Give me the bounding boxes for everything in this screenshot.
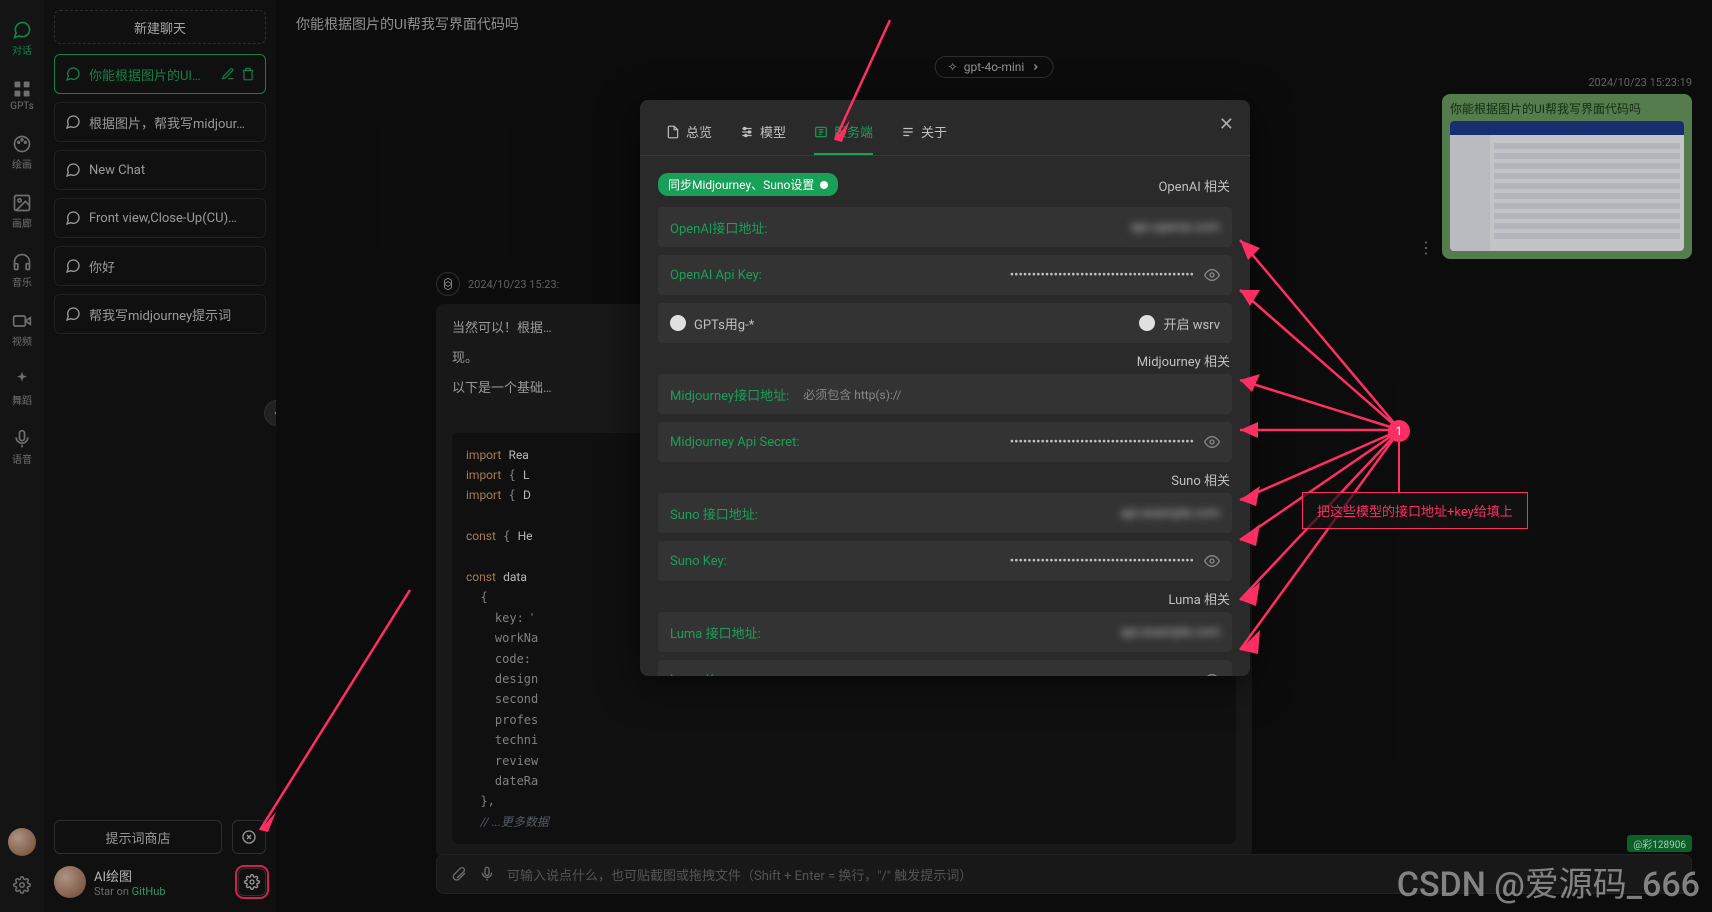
mj-url-field[interactable]: Midjourney接口地址:必须包含 http(s)://: [658, 374, 1232, 414]
sliders-icon: [740, 125, 754, 139]
suno-url-field[interactable]: Suno 接口地址:: [658, 493, 1232, 533]
luma-url-input[interactable]: [771, 625, 1220, 640]
close-button[interactable]: ✕: [1219, 114, 1234, 135]
tab-about[interactable]: 关于: [901, 122, 947, 155]
mj-key-field[interactable]: Midjourney Api Secret:: [658, 422, 1232, 462]
suno-key-field[interactable]: Suno Key:: [658, 541, 1232, 581]
annotation-text: 把这些模型的接口地址+key给填上: [1302, 492, 1528, 529]
luma-key-field[interactable]: Luma Key:: [658, 660, 1232, 676]
sync-toggle[interactable]: 同步Midjourney、Suno设置: [658, 173, 838, 196]
wsrv-toggle[interactable]: 开启 wsrv: [1139, 314, 1220, 333]
openai-url-input[interactable]: [777, 220, 1220, 235]
suno-url-input[interactable]: [768, 506, 1220, 521]
suno-key-input[interactable]: [737, 554, 1194, 569]
info-icon: [901, 125, 915, 139]
eye-icon[interactable]: [1204, 553, 1220, 569]
doc-icon: [666, 125, 680, 139]
luma-key-input[interactable]: [740, 673, 1194, 677]
mj-key-input[interactable]: [809, 435, 1194, 450]
eye-icon[interactable]: [1204, 267, 1220, 283]
tab-overview[interactable]: 总览: [666, 122, 712, 155]
openai-key-input[interactable]: [772, 268, 1194, 283]
openai-url-field[interactable]: OpenAI接口地址:: [658, 207, 1232, 247]
eye-icon[interactable]: [1204, 434, 1220, 450]
eye-icon[interactable]: [1204, 672, 1220, 676]
server-icon: [814, 125, 828, 139]
luma-url-field[interactable]: Luma 接口地址:: [658, 612, 1232, 652]
annotation-badge: 1: [1388, 420, 1410, 442]
tab-model[interactable]: 模型: [740, 122, 786, 155]
mj-url-input[interactable]: [911, 387, 1220, 402]
settings-modal: ✕ 总览 模型 服务端 关于 同步Midjourney、Suno设置 OpenA…: [640, 100, 1250, 676]
openai-key-field[interactable]: OpenAI Api Key:: [658, 255, 1232, 295]
tab-server[interactable]: 服务端: [814, 122, 873, 155]
gpts-toggle[interactable]: GPTs用g-*: [670, 314, 754, 333]
